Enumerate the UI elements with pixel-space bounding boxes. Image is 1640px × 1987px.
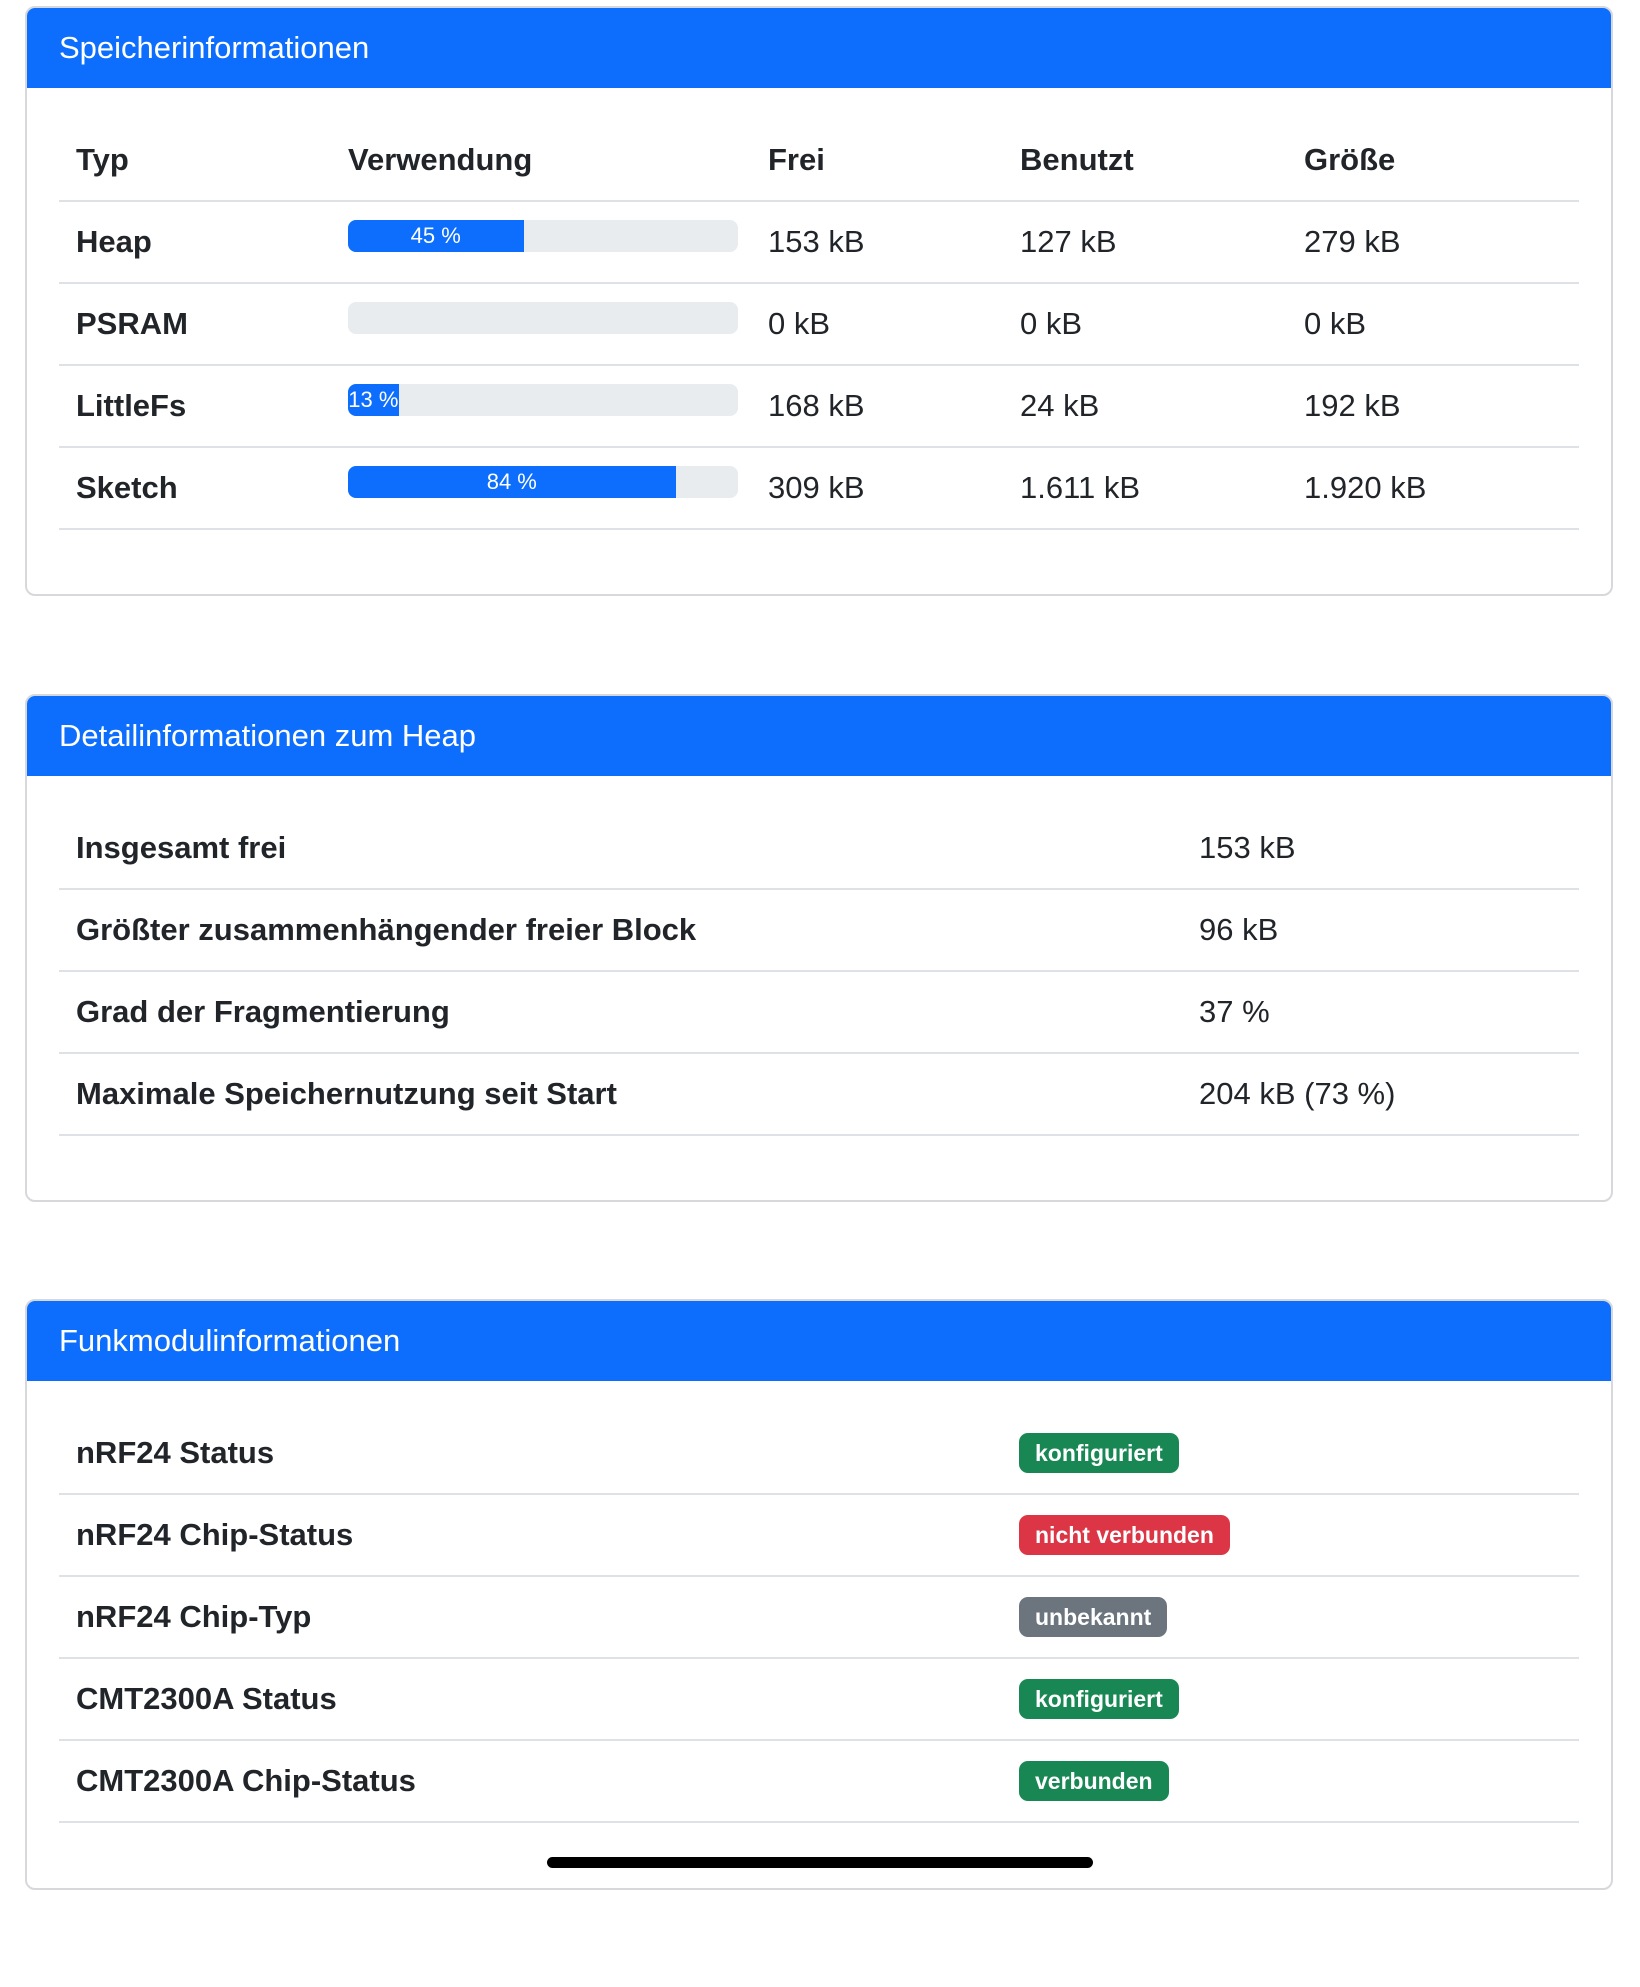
usage-progress-bar: 84 % (348, 466, 676, 498)
radio-status-cell: unbekannt (1002, 1576, 1579, 1659)
memory-size: 0 kB (1287, 283, 1579, 366)
radio-label: CMT2300A Chip-Status (59, 1740, 1002, 1823)
radio-label: CMT2300A Status (59, 1658, 1002, 1741)
memory-size: 279 kB (1287, 201, 1579, 284)
column-header-usage: Verwendung (331, 120, 751, 202)
memory-type: Heap (59, 201, 331, 284)
memory-free: 309 kB (751, 447, 1003, 530)
memory-free: 168 kB (751, 365, 1003, 448)
memory-usage-cell: 84 % (331, 447, 751, 530)
table-row: Sketch 84 % 309 kB 1.611 kB 1.920 kB (59, 447, 1579, 530)
radio-card-header: Funkmodulinformationen (27, 1301, 1611, 1381)
radio-status-cell: konfiguriert (1002, 1413, 1579, 1495)
heap-value: 153 kB (1182, 808, 1579, 890)
table-row: Größter zusammenhängender freier Block 9… (59, 889, 1579, 972)
memory-type: Sketch (59, 447, 331, 530)
radio-label: nRF24 Chip-Status (59, 1494, 1002, 1577)
usage-progress-bar: 45 % (348, 220, 524, 252)
memory-type: PSRAM (59, 283, 331, 366)
heap-label: Grad der Fragmentierung (59, 971, 1182, 1054)
heap-label: Maximale Speichernutzung seit Start (59, 1053, 1182, 1136)
radio-table: nRF24 Status konfiguriert nRF24 Chip-Sta… (59, 1413, 1579, 1823)
table-row: CMT2300A Status konfiguriert (59, 1658, 1579, 1741)
memory-type: LittleFs (59, 365, 331, 448)
status-badge: konfiguriert (1019, 1679, 1179, 1719)
column-header-free: Frei (751, 120, 1003, 202)
memory-card-header: Speicherinformationen (27, 8, 1611, 88)
usage-progress (348, 302, 738, 334)
memory-table: Typ Verwendung Frei Benutzt Größe Heap 4… (59, 120, 1579, 530)
radio-card-body: nRF24 Status konfiguriert nRF24 Chip-Sta… (27, 1381, 1611, 1823)
table-row: nRF24 Chip-Status nicht verbunden (59, 1494, 1579, 1577)
radio-status-cell: nicht verbunden (1002, 1494, 1579, 1577)
table-row: Grad der Fragmentierung 37 % (59, 971, 1579, 1054)
memory-size: 192 kB (1287, 365, 1579, 448)
home-indicator[interactable] (547, 1857, 1093, 1868)
table-row: Heap 45 % 153 kB 127 kB 279 kB (59, 201, 1579, 284)
heap-value: 96 kB (1182, 889, 1579, 972)
memory-used: 24 kB (1003, 365, 1287, 448)
memory-used: 1.611 kB (1003, 447, 1287, 530)
status-badge: unbekannt (1019, 1597, 1168, 1637)
table-row: PSRAM 0 kB 0 kB 0 kB (59, 283, 1579, 366)
column-header-used: Benutzt (1003, 120, 1287, 202)
usage-progress: 13 % (348, 384, 738, 416)
memory-usage-cell: 45 % (331, 201, 751, 284)
memory-table-header-row: Typ Verwendung Frei Benutzt Größe (59, 120, 1579, 202)
table-row: nRF24 Status konfiguriert (59, 1413, 1579, 1495)
memory-size: 1.920 kB (1287, 447, 1579, 530)
heap-value: 37 % (1182, 971, 1579, 1054)
radio-status-cell: verbunden (1002, 1740, 1579, 1823)
heap-label: Insgesamt frei (59, 808, 1182, 890)
memory-card: Speicherinformationen Typ Verwendung Fre… (25, 6, 1613, 596)
heap-value: 204 kB (73 %) (1182, 1053, 1579, 1136)
table-row: LittleFs 13 % 168 kB 24 kB 192 kB (59, 365, 1579, 448)
table-row: CMT2300A Chip-Status verbunden (59, 1740, 1579, 1823)
usage-progress: 45 % (348, 220, 738, 252)
memory-free: 153 kB (751, 201, 1003, 284)
memory-usage-cell: 13 % (331, 365, 751, 448)
heap-card: Detailinformationen zum Heap Insgesamt f… (25, 694, 1613, 1202)
status-badge: konfiguriert (1019, 1433, 1179, 1473)
radio-label: nRF24 Status (59, 1413, 1002, 1495)
radio-card: Funkmodulinformationen nRF24 Status konf… (25, 1299, 1613, 1890)
memory-usage-cell (331, 283, 751, 366)
status-badge: verbunden (1019, 1761, 1169, 1801)
usage-progress-bar: 13 % (348, 384, 399, 416)
table-row: Maximale Speichernutzung seit Start 204 … (59, 1053, 1579, 1136)
heap-card-body: Insgesamt frei 153 kB Größter zusammenhä… (27, 776, 1611, 1136)
table-row: nRF24 Chip-Typ unbekannt (59, 1576, 1579, 1659)
usage-progress: 84 % (348, 466, 738, 498)
column-header-type: Typ (59, 120, 331, 202)
column-header-size: Größe (1287, 120, 1579, 202)
radio-status-cell: konfiguriert (1002, 1658, 1579, 1741)
heap-table: Insgesamt frei 153 kB Größter zusammenhä… (59, 808, 1579, 1136)
memory-used: 127 kB (1003, 201, 1287, 284)
radio-label: nRF24 Chip-Typ (59, 1576, 1002, 1659)
heap-label: Größter zusammenhängender freier Block (59, 889, 1182, 972)
memory-card-body: Typ Verwendung Frei Benutzt Größe Heap 4… (27, 88, 1611, 530)
heap-card-header: Detailinformationen zum Heap (27, 696, 1611, 776)
table-row: Insgesamt frei 153 kB (59, 808, 1579, 890)
memory-free: 0 kB (751, 283, 1003, 366)
memory-used: 0 kB (1003, 283, 1287, 366)
status-badge: nicht verbunden (1019, 1515, 1230, 1555)
